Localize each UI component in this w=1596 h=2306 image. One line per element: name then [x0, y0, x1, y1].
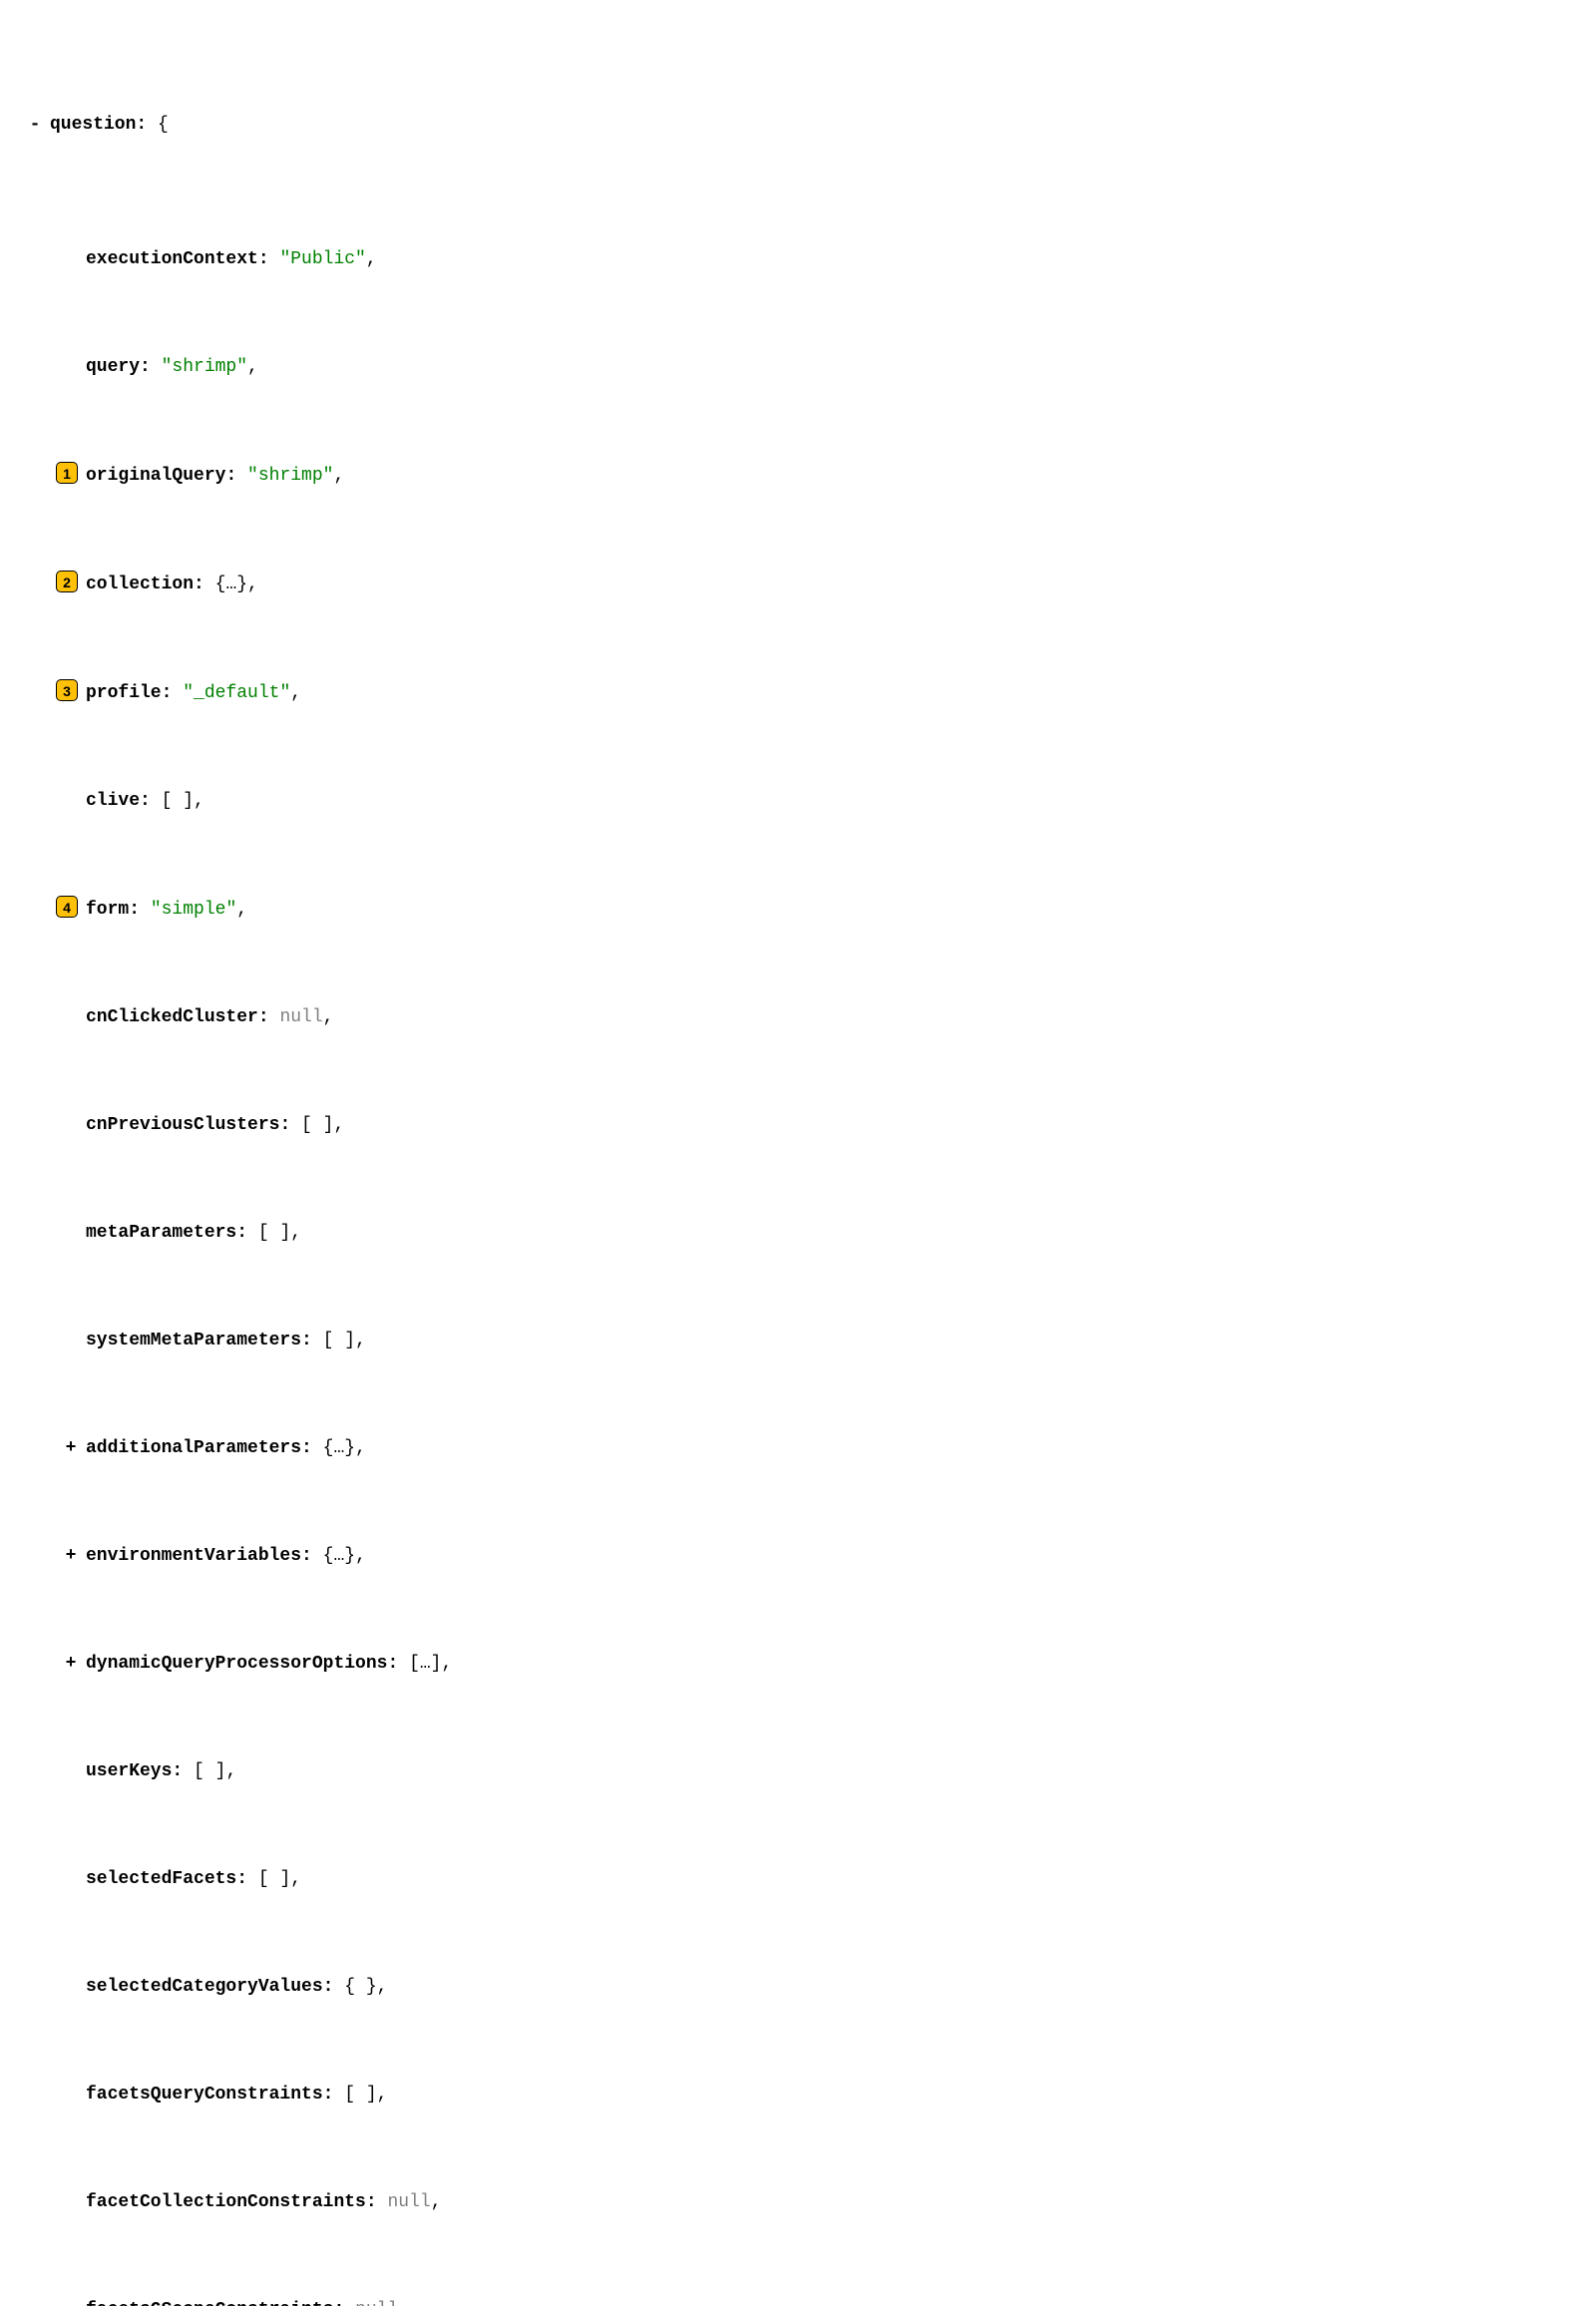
json-value: [ ] [301, 1112, 333, 1139]
callout-badge: 4 [56, 896, 78, 918]
json-key: additionalParameters [86, 1435, 301, 1462]
json-value: [ ] [258, 1866, 290, 1893]
prop-systemMetaParameters[interactable]: systemMetaParameters: [ ], [8, 1328, 1588, 1354]
json-key: environmentVariables [86, 1543, 301, 1570]
node-question[interactable]: - question: { [8, 112, 1588, 139]
prop-facetsGScopeConstraints[interactable]: facetsGScopeConstraints: null, [8, 2297, 1588, 2306]
json-key: facetsQueryConstraints [86, 2082, 323, 2109]
prop-originalQuery[interactable]: 1originalQuery: "shrimp", [8, 462, 1588, 490]
json-value: "Public" [279, 246, 365, 273]
json-key: userKeys [86, 1758, 172, 1785]
prop-clive[interactable]: clive: [ ], [8, 788, 1588, 815]
prop-facetsQueryConstraints[interactable]: facetsQueryConstraints: [ ], [8, 2082, 1588, 2109]
json-value: "shrimp" [247, 463, 333, 490]
prop-form[interactable]: 4form: "simple", [8, 896, 1588, 924]
json-value: null [355, 2297, 398, 2306]
json-value: "_default" [183, 680, 290, 707]
json-key: clive [86, 788, 140, 815]
prop-userKeys[interactable]: userKeys: [ ], [8, 1758, 1588, 1785]
json-value: [ ] [162, 788, 194, 815]
json-value: { } [344, 1974, 376, 2001]
json-key: systemMetaParameters [86, 1328, 301, 1354]
json-key: executionContext [86, 246, 258, 273]
expand-icon[interactable]: + [64, 1543, 78, 1570]
json-value: [ ] [344, 2082, 376, 2109]
json-key: cnPreviousClusters [86, 1112, 279, 1139]
json-key: form [86, 897, 129, 924]
prop-query[interactable]: query: "shrimp", [8, 354, 1588, 381]
prop-environmentVariables[interactable]: +environmentVariables: {…}, [8, 1543, 1588, 1570]
json-key: cnClickedCluster [86, 1004, 258, 1031]
callout-badge: 1 [56, 462, 78, 484]
prop-profile[interactable]: 3profile: "_default", [8, 679, 1588, 707]
prop-metaParameters[interactable]: metaParameters: [ ], [8, 1220, 1588, 1247]
json-key: question [50, 112, 136, 139]
json-value: [ ] [194, 1758, 225, 1785]
json-key: selectedFacets [86, 1866, 236, 1893]
expand-icon[interactable]: + [64, 1651, 78, 1678]
prop-selectedFacets[interactable]: selectedFacets: [ ], [8, 1866, 1588, 1893]
json-key: query [86, 354, 140, 381]
collapse-icon[interactable]: - [28, 112, 42, 139]
prop-selectedCategoryValues[interactable]: selectedCategoryValues: { }, [8, 1974, 1588, 2001]
json-value: [ ] [258, 1220, 290, 1247]
json-value: {…} [323, 1543, 355, 1570]
prop-dynamicQueryProcessorOptions[interactable]: +dynamicQueryProcessorOptions: […], [8, 1651, 1588, 1678]
json-key: collection [86, 572, 194, 598]
json-key: facetsGScopeConstraints [86, 2297, 333, 2306]
prop-cnPreviousClusters[interactable]: cnPreviousClusters: [ ], [8, 1112, 1588, 1139]
json-key: facetCollectionConstraints [86, 2189, 366, 2216]
json-value: "shrimp" [162, 354, 247, 381]
expand-icon[interactable]: + [64, 1435, 78, 1462]
json-value: {…} [215, 572, 247, 598]
json-value: null [279, 1004, 322, 1031]
prop-cnClickedCluster[interactable]: cnClickedCluster: null, [8, 1004, 1588, 1031]
json-key: dynamicQueryProcessorOptions [86, 1651, 387, 1678]
json-key: originalQuery [86, 463, 225, 490]
prop-facetCollectionConstraints[interactable]: facetCollectionConstraints: null, [8, 2189, 1588, 2216]
prop-collection[interactable]: 2collection: {…}, [8, 571, 1588, 598]
callout-badge: 2 [56, 571, 78, 592]
json-value: "simple" [151, 897, 236, 924]
json-value: […] [409, 1651, 441, 1678]
json-value: [ ] [323, 1328, 355, 1354]
json-tree: - question: { executionContext: "Public"… [0, 0, 1596, 2306]
prop-additionalParameters[interactable]: +additionalParameters: {…}, [8, 1435, 1588, 1462]
json-key: profile [86, 680, 162, 707]
json-key: selectedCategoryValues [86, 1974, 323, 2001]
callout-badge: 3 [56, 679, 78, 701]
brace-open: { [158, 112, 169, 139]
prop-executionContext[interactable]: executionContext: "Public", [8, 246, 1588, 273]
json-value: {…} [323, 1435, 355, 1462]
json-value: null [387, 2189, 430, 2216]
json-key: metaParameters [86, 1220, 236, 1247]
